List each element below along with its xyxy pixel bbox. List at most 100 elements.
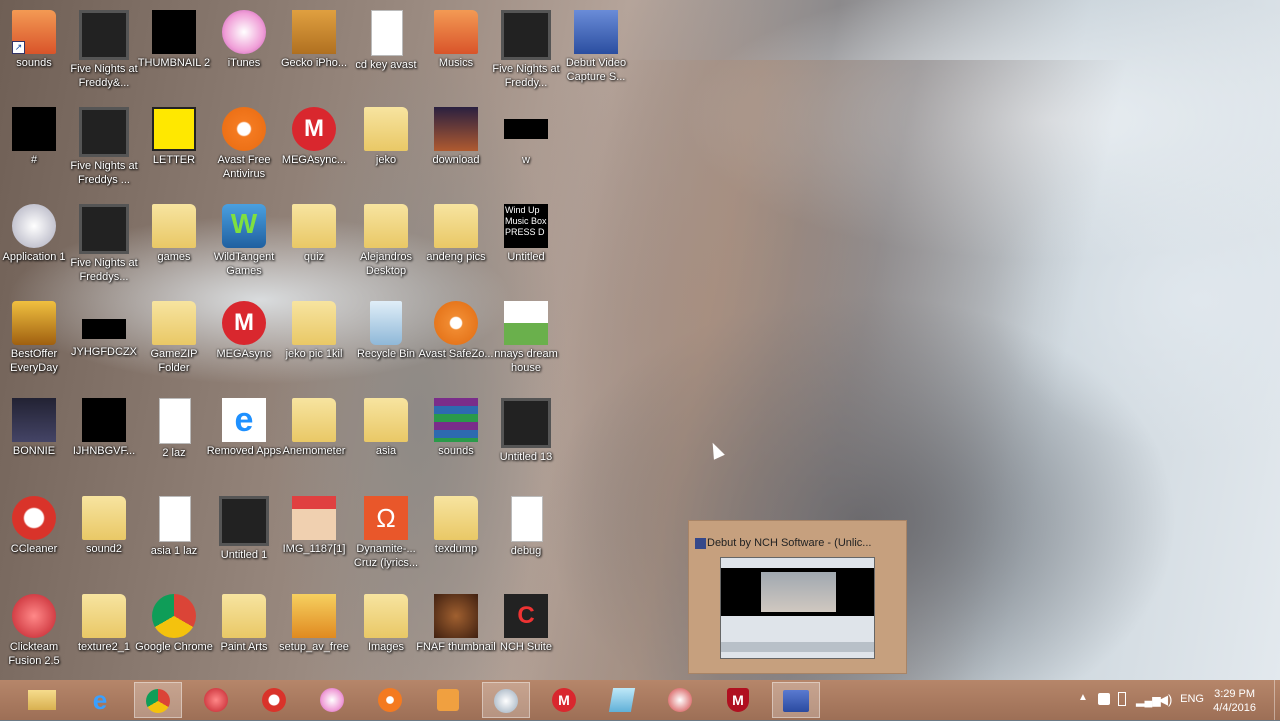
desktop-icon-musics[interactable]: Musics bbox=[416, 8, 496, 98]
mcafee-taskbar-icon[interactable]: M bbox=[714, 682, 762, 718]
file-icon bbox=[511, 496, 543, 542]
desktop-icon-wildtangent[interactable]: W WildTangent Games bbox=[204, 202, 284, 292]
megasync-taskbar-icon[interactable]: M bbox=[540, 682, 588, 718]
icon-label: Paint Arts bbox=[220, 641, 268, 653]
debut-recorder-taskbar-icon[interactable] bbox=[772, 682, 820, 718]
desktop-icon-games[interactable]: games bbox=[134, 202, 214, 292]
icon-label: Alejandros Desktop bbox=[360, 251, 412, 277]
desktop-icon-quiz[interactable]: quiz bbox=[274, 202, 354, 292]
desktop-icon-bonnie[interactable]: BONNIE bbox=[0, 396, 74, 486]
desktop-icon-setup-av[interactable]: setup_av_free bbox=[274, 592, 354, 680]
desktop-icon-thumbnail2[interactable]: THUMBNAIL 2 bbox=[134, 8, 214, 98]
folder-icon bbox=[82, 496, 126, 540]
desktop-icon-andeng[interactable]: andeng pics bbox=[416, 202, 496, 292]
desktop-icon-jekopic[interactable]: jeko pic 1kil bbox=[274, 299, 354, 389]
desktop-icon-sounds[interactable]: ↗ sounds bbox=[0, 8, 74, 98]
avast-taskbar-icon[interactable] bbox=[366, 682, 414, 718]
desktop-icon-clickteam[interactable]: Clickteam Fusion 2.5 bbox=[0, 592, 74, 680]
chrome-taskbar-icon[interactable] bbox=[134, 682, 182, 718]
desktop-icon-itunes[interactable]: iTunes bbox=[204, 8, 284, 98]
desktop-icon-untitled1[interactable]: Untitled 1 bbox=[204, 494, 284, 584]
desktop-icon-images[interactable]: Images bbox=[346, 592, 426, 680]
desktop-icon-fnaf-thumbnail[interactable]: FNAF thumbnail bbox=[416, 592, 496, 680]
show-desktop-button[interactable] bbox=[1274, 680, 1280, 720]
desktop-icon-paint-arts[interactable]: Paint Arts bbox=[204, 592, 284, 680]
desktop-icon-asia1laz[interactable]: asia 1 laz bbox=[134, 494, 214, 584]
desktop-icon-jeko[interactable]: jeko bbox=[346, 105, 426, 195]
desktop-icon-texture2[interactable]: texture2_1 bbox=[64, 592, 144, 680]
icon-label: Clickteam Fusion 2.5 bbox=[8, 641, 60, 667]
battery-icon[interactable] bbox=[1118, 692, 1126, 706]
input-language-indicator[interactable]: ENG bbox=[1180, 693, 1204, 705]
itunes-icon bbox=[320, 688, 344, 712]
desktop-icon-hash[interactable]: # bbox=[0, 105, 74, 195]
show-hidden-icons-icon[interactable]: ▲ bbox=[1078, 692, 1088, 703]
internet-explorer-taskbar-icon[interactable]: e bbox=[76, 682, 124, 718]
desktop-icon-anemometer[interactable]: Anemometer bbox=[274, 396, 354, 486]
desktop-icon-recycle-bin[interactable]: Recycle Bin bbox=[346, 299, 426, 389]
desktop-icon-asia[interactable]: asia bbox=[346, 396, 426, 486]
desktop-icon-fnaf3[interactable]: Five Nights at Freddys ... bbox=[64, 105, 144, 195]
clickteam-taskbar-icon[interactable] bbox=[192, 682, 240, 718]
floppy-recorder-icon bbox=[783, 690, 809, 712]
icon-label: Avast Free Antivirus bbox=[217, 154, 271, 180]
desktop-icon-application1[interactable]: Application 1 bbox=[0, 202, 74, 292]
desktop-icon-chrome[interactable]: Google Chrome bbox=[134, 592, 214, 680]
desktop-icon-alejandros[interactable]: Alejandros Desktop bbox=[346, 202, 426, 292]
desktop-icon-untitled13[interactable]: Untitled 13 bbox=[486, 396, 566, 486]
desktop-icon-img1187[interactable]: IMG_1187[1] bbox=[274, 494, 354, 584]
desktop-icon-ijhnbgvf[interactable]: IJHNBGVF... bbox=[64, 396, 144, 486]
file-explorer-taskbar-icon[interactable] bbox=[18, 682, 66, 718]
desktop-icon-avast-safezone[interactable]: Avast SafeZo... bbox=[416, 299, 496, 389]
desktop-icon-2laz[interactable]: 2 laz bbox=[134, 396, 214, 486]
desktop-icon-megasync1[interactable]: M MEGAsync... bbox=[274, 105, 354, 195]
debut-video-taskbar-icon[interactable] bbox=[424, 682, 472, 718]
desktop-icon-texdump[interactable]: texdump bbox=[416, 494, 496, 584]
icon-label: texdump bbox=[434, 543, 478, 555]
ccleaner-taskbar-icon[interactable] bbox=[250, 682, 298, 718]
snipping-taskbar-icon[interactable] bbox=[656, 682, 704, 718]
debut-app-icon bbox=[695, 538, 706, 549]
desktop-icon-fnaf2[interactable]: Five Nights at Freddy... bbox=[486, 8, 566, 98]
desktop-icon-gamezip[interactable]: GameZIP Folder bbox=[134, 299, 214, 389]
image-thumbnail-icon bbox=[434, 107, 478, 151]
desktop-icon-bestoffer[interactable]: BestOffer EveryDay bbox=[0, 299, 74, 389]
desktop-icon-untitled[interactable]: Wind Up Music Box PRESS D Untitled bbox=[486, 202, 566, 292]
desktop-icon-ccleaner[interactable]: CCleaner bbox=[0, 494, 74, 584]
folder-icon bbox=[364, 204, 408, 248]
nch-icon: C bbox=[504, 594, 548, 638]
desktop-icon-avast[interactable]: Avast Free Antivirus bbox=[204, 105, 284, 195]
desktop-icon-sounds-rar[interactable]: sounds bbox=[416, 396, 496, 486]
taskbar-thumbnail-preview[interactable]: Debut by NCH Software - (Unlic... bbox=[688, 520, 907, 674]
desktop-icon-letter[interactable]: LETTER bbox=[134, 105, 214, 195]
desktop-icon-fnaf4[interactable]: Five Nights at Freddys... bbox=[64, 202, 144, 292]
desktop-icon-nnays[interactable]: nnays dream house bbox=[486, 299, 566, 389]
desktop-icon-debug[interactable]: debug bbox=[486, 494, 566, 584]
desktop-icon-cdkey[interactable]: cd key avast bbox=[346, 8, 426, 98]
icon-label: JYHGFDCZX bbox=[71, 346, 137, 358]
mega-icon: M bbox=[222, 301, 266, 345]
security-flag-icon[interactable] bbox=[1098, 693, 1110, 705]
desktop-icon-download[interactable]: download bbox=[416, 105, 496, 195]
desktop-icon-removed-apps[interactable]: e Removed Apps bbox=[204, 396, 284, 486]
desktop-icon-dynamite[interactable]: Ω Dynamite-... Cruz (lyrics... bbox=[346, 494, 426, 584]
desktop-icon-gecko[interactable]: Gecko iPho... bbox=[274, 8, 354, 98]
speaker-icon[interactable]: ◀) bbox=[1158, 692, 1172, 708]
desktop-icon-debut-video[interactable]: Debut Video Capture S... bbox=[556, 8, 636, 98]
desktop-icon-nch-suite[interactable]: C NCH Suite bbox=[486, 592, 566, 680]
notepad-taskbar-icon[interactable] bbox=[598, 682, 646, 718]
desktop-icon-w[interactable]: w bbox=[486, 105, 566, 195]
preview-window-thumbnail[interactable] bbox=[720, 557, 875, 659]
paint-taskbar-icon[interactable] bbox=[482, 682, 530, 718]
folder-icon bbox=[434, 204, 478, 248]
desktop-icon-sound2[interactable]: sound2 bbox=[64, 494, 144, 584]
icon-label: Gecko iPho... bbox=[280, 57, 348, 69]
icon-label: Untitled 13 bbox=[499, 451, 553, 463]
taskbar-clock[interactable]: 3:29 PM 4/4/2016 bbox=[1213, 687, 1256, 715]
desktop-icon-jyhgfdczx[interactable]: JYHGFDCZX bbox=[64, 299, 144, 389]
desktop-icon-fnaf1[interactable]: Five Nights at Freddy&... bbox=[64, 8, 144, 98]
itunes-taskbar-icon[interactable] bbox=[308, 682, 356, 718]
file-icon bbox=[159, 398, 191, 444]
network-signal-icon[interactable]: ▂▄▆ bbox=[1136, 694, 1161, 707]
desktop-icon-megasync2[interactable]: M MEGAsync bbox=[204, 299, 284, 389]
